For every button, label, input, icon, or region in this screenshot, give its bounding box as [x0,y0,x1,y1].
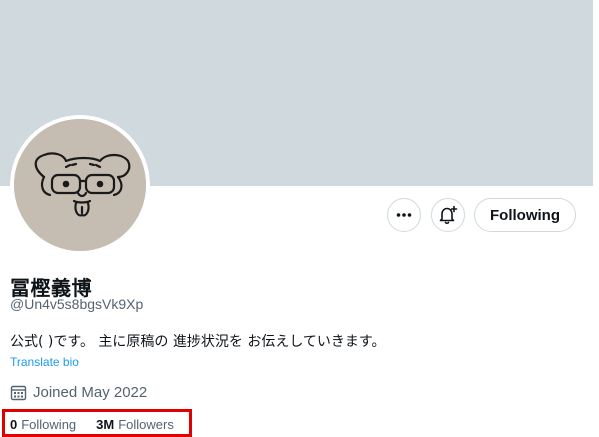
more-options-button[interactable] [387,198,421,232]
profile-bio: 公式( )です。 主に原稿の 進捗状況を お伝えしていきます。 [10,334,386,350]
dog-glasses-drawing-icon [14,119,146,251]
followers-count-label: Followers [118,417,174,432]
followers-count-link[interactable]: 3M Followers [96,417,174,432]
notify-button[interactable] [431,198,465,232]
following-count-link[interactable]: 0 Following [10,417,76,432]
bell-plus-icon [439,205,458,225]
more-horizontal-icon [396,213,412,217]
following-count: 0 [10,417,18,432]
following-button-label: Following [490,206,560,224]
user-handle: @Un4v5s8bgsVk9Xp [10,296,144,312]
translate-bio-link[interactable]: Translate bio [10,355,79,369]
calendar-icon [10,384,27,401]
followers-count: 3M [96,417,115,432]
profile-avatar[interactable] [10,115,150,255]
joined-date: Joined May 2022 [10,384,147,401]
following-button[interactable]: Following [474,198,576,232]
page-edge [593,0,599,436]
following-count-label: Following [21,417,77,432]
joined-text: Joined May 2022 [33,384,148,401]
profile-stats: 0 Following 3M Followers [10,417,174,432]
